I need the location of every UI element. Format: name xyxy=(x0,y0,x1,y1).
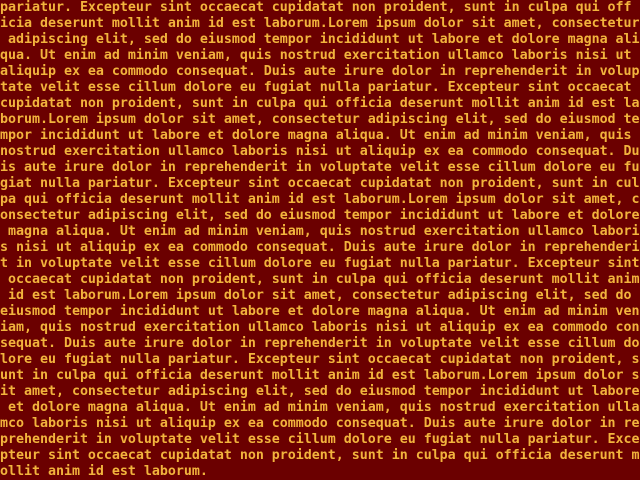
text-console-screen: pariatur. Excepteur sint occaecat cupida… xyxy=(0,0,640,480)
console-line-27: mco laboris nisi ut aliquip ex ea commod… xyxy=(0,416,640,431)
console-line-29: pteur sint occaecat cupidatat non proide… xyxy=(0,448,640,463)
console-line-15: magna aliqua. Ut enim ad minim veniam, q… xyxy=(0,224,640,239)
console-line-4: qua. Ut enim ad minim veniam, quis nostr… xyxy=(0,48,632,63)
console-line-17: t in voluptate velit esse cillum dolore … xyxy=(0,256,640,271)
console-line-6: tate velit esse cillum dolore eu fugiat … xyxy=(0,80,632,95)
console-line-19: id est laborum.Lorem ipsum dolor sit ame… xyxy=(0,288,632,303)
console-line-10: nostrud exercitation ullamco laboris nis… xyxy=(0,144,640,159)
console-line-22: sequat. Duis aute irure dolor in reprehe… xyxy=(0,336,640,351)
console-line-12: giat nulla pariatur. Excepteur sint occa… xyxy=(0,176,640,191)
console-text-block: pariatur. Excepteur sint occaecat cupida… xyxy=(0,0,640,480)
console-line-1: pariatur. Excepteur sint occaecat cupida… xyxy=(0,0,632,15)
console-line-18: occaecat cupidatat non proident, sunt in… xyxy=(0,272,640,287)
console-line-11: is aute irure dolor in reprehenderit in … xyxy=(0,160,640,175)
console-line-8: borum.Lorem ipsum dolor sit amet, consec… xyxy=(0,112,640,127)
console-line-23: lore eu fugiat nulla pariatur. Excepteur… xyxy=(0,352,640,367)
console-line-21: iam, quis nostrud exercitation ullamco l… xyxy=(0,320,640,335)
console-line-9: mpor incididunt ut labore et dolore magn… xyxy=(0,128,632,143)
console-line-25: it amet, consectetur adipiscing elit, se… xyxy=(0,384,640,399)
console-line-24: unt in culpa qui officia deserunt mollit… xyxy=(0,368,640,383)
console-line-26: et dolore magna aliqua. Ut enim ad minim… xyxy=(0,400,640,415)
console-line-28: prehenderit in voluptate velit esse cill… xyxy=(0,432,640,447)
console-line-16: s nisi ut aliquip ex ea commodo consequa… xyxy=(0,240,640,255)
console-line-2: icia deserunt mollit anim id est laborum… xyxy=(0,16,640,31)
console-line-20: eiusmod tempor incididunt ut labore et d… xyxy=(0,304,640,319)
console-line-5: aliquip ex ea commodo consequat. Duis au… xyxy=(0,64,640,79)
console-line-13: pa qui officia deserunt mollit anim id e… xyxy=(0,192,640,207)
console-line-14: onsectetur adipiscing elit, sed do eiusm… xyxy=(0,208,640,223)
console-line-3: adipiscing elit, sed do eiusmod tempor i… xyxy=(0,32,640,47)
console-line-7: cupidatat non proident, sunt in culpa qu… xyxy=(0,96,640,111)
console-line-30: ollit anim id est laborum. xyxy=(0,464,208,479)
